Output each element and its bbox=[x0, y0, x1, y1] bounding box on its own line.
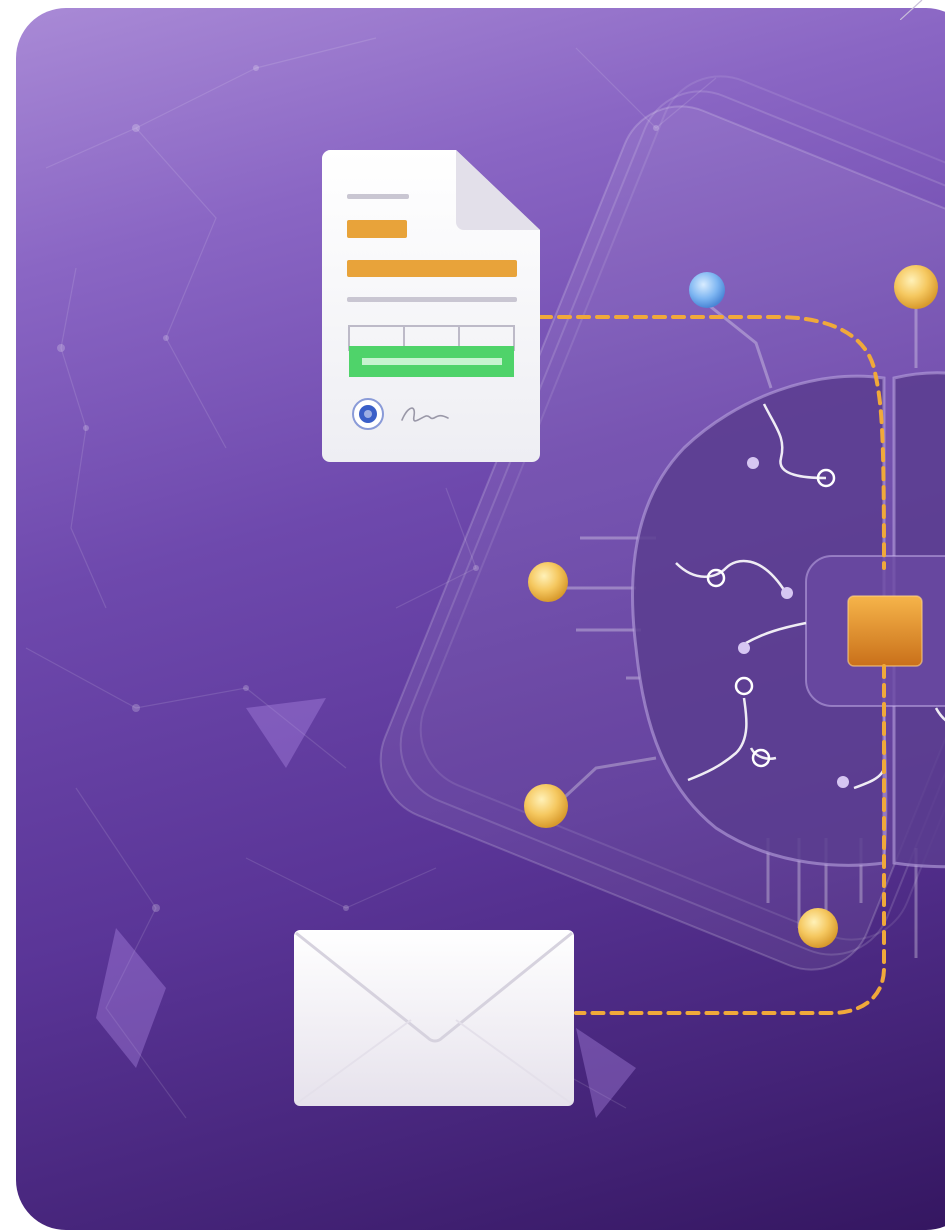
envelope-icon bbox=[294, 930, 574, 1106]
ai-document-processing-illustration bbox=[25, 37, 945, 1119]
illustration-card bbox=[16, 8, 945, 1230]
processor-chip-icon bbox=[847, 595, 923, 667]
illustration-stage bbox=[0, 0, 945, 1230]
radio-selected-icon bbox=[352, 398, 384, 430]
corner-decoration bbox=[900, 0, 923, 20]
form-document-icon bbox=[322, 150, 540, 462]
